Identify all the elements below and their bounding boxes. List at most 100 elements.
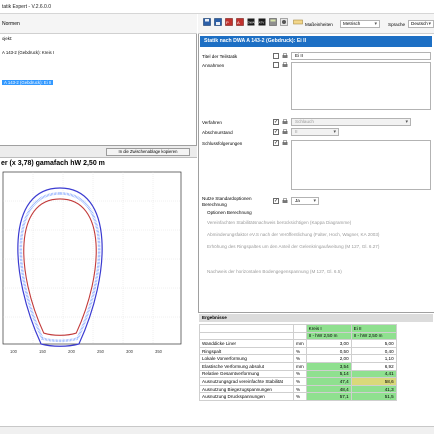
copy-to-clipboard-button[interactable]: In die Zwischenablage kopieren xyxy=(106,148,190,156)
result-ei-value: 4,41 xyxy=(350,369,397,379)
tree-item-project[interactable]: ojekt: xyxy=(2,36,12,41)
section-checkbox[interactable]: ✓ xyxy=(273,129,279,135)
result-unit: % xyxy=(293,384,307,394)
option-ring-gap: Erhöhung des Ringspaltes um den Anteil d… xyxy=(207,244,380,249)
result-kreis-value: 47,4 xyxy=(305,377,352,386)
result-kreis-value: 57,1 xyxy=(305,392,352,401)
option-horizontal-stress: Nachweis der horizontalen Bodengegenspan… xyxy=(207,269,342,274)
calc-options-label: Optionen Berechnung xyxy=(207,210,252,215)
svg-text:DWA: DWA xyxy=(248,21,255,25)
result-unit: % xyxy=(293,354,307,363)
standard-options-label-1: Nutze Standardoptionen xyxy=(202,196,252,201)
status-bar xyxy=(0,426,434,434)
print-icon[interactable] xyxy=(282,53,288,59)
result-kreis-value: 0,50 xyxy=(305,346,352,356)
print-icon[interactable] xyxy=(282,198,288,204)
menu-item-normen[interactable]: Normen xyxy=(2,21,20,27)
calculator-icon[interactable] xyxy=(269,18,277,26)
results-col-ei: Ei II xyxy=(350,324,397,333)
result-ei-value: 6,92 xyxy=(350,361,397,371)
result-ei-value: 51,5 xyxy=(350,392,397,401)
method-checkbox[interactable]: ✓ xyxy=(273,119,279,125)
results-header: Ergebnisse xyxy=(199,314,433,322)
results-col-label xyxy=(199,324,294,333)
method-select[interactable]: Schlauch xyxy=(291,118,411,126)
table-row: Wanddicke Liner mm 3,00 5,00 xyxy=(199,339,397,348)
x-tick-label: 350 xyxy=(155,349,163,354)
result-unit: % xyxy=(293,369,307,379)
settings-icon[interactable] xyxy=(280,18,288,26)
profile-chart: 100 150 200 250 300 350 xyxy=(2,171,182,354)
svg-text:ATV: ATV xyxy=(259,21,265,25)
results-subheader-row: II - hW 2,50 m II - hW 2,50 m xyxy=(199,331,397,341)
chart-toolbar: In die Zwischenablage kopieren xyxy=(0,146,197,158)
chart-area: 100 150 200 250 300 350 xyxy=(0,170,197,426)
svg-text:A: A xyxy=(237,20,240,25)
result-ei-value: 58,6 xyxy=(350,377,397,386)
tree-item-kreis[interactable]: A 143-2 (Gebdruck): Kreis I xyxy=(2,50,54,55)
results-table: Kreis I Ei II II - hW 2,50 m II - hW 2,5… xyxy=(199,324,397,401)
result-unit: % xyxy=(293,346,307,356)
result-ei-value: 5,00 xyxy=(350,339,397,348)
results-sub-kreis: II - hW 2,50 m xyxy=(305,331,352,341)
form-header: Statik nach DWA A 143-2 (Gebdruck): Ei I… xyxy=(200,36,432,47)
result-label: Ausnutzungsgrad vereinfachte Stabilität xyxy=(199,377,294,386)
title-input[interactable]: Ei II xyxy=(291,52,431,60)
section-label: Abschnurstand xyxy=(202,130,233,135)
standard-options-checkbox[interactable]: ✓ xyxy=(273,198,279,204)
result-unit: mm xyxy=(293,361,307,371)
conclusions-label: Schlussfolgerungen xyxy=(202,141,243,146)
title-checkbox[interactable] xyxy=(273,53,279,59)
dwa-icon[interactable]: DWA xyxy=(247,18,255,26)
table-row: Lokale Vorverformung% 2,00 1,10 xyxy=(199,354,397,363)
result-kreis-value: 5,14 xyxy=(305,369,352,379)
option-reduction-factor: Abminderungsfaktor eV.S nach der Veröffe… xyxy=(207,232,380,237)
print-icon[interactable] xyxy=(282,62,288,68)
result-kreis-value: 3,00 xyxy=(305,339,352,348)
x-tick-label: 250 xyxy=(97,349,105,354)
conclusions-checkbox[interactable]: ✓ xyxy=(273,140,279,146)
chart-title: er (x 3,78) gamafach hW 2,50 m xyxy=(1,160,105,167)
assumptions-textarea[interactable] xyxy=(291,62,431,110)
main-toolbar: P A DWA ATV Maßeinheiten Metrisch Sprach… xyxy=(198,14,434,34)
method-label: Verfahren xyxy=(202,120,222,125)
section-select[interactable]: II xyxy=(291,128,339,136)
result-kreis-value: 48,4 xyxy=(305,384,352,394)
table-row: Ausnutzung Biegezugspannungen% 48,4 41,3 xyxy=(199,384,397,394)
menu-bar: Normen xyxy=(0,14,197,34)
x-tick-label: 150 xyxy=(39,349,47,354)
result-label: Ringspalt xyxy=(199,346,294,356)
result-label: Ausnutzung Biegezugspannungen xyxy=(199,384,294,394)
result-label: Wanddicke Liner xyxy=(199,339,294,348)
results-header-row: Kreis I Ei II xyxy=(199,324,397,333)
table-row: Ringspalt% 0,50 0,40 xyxy=(199,346,397,356)
save-icon[interactable] xyxy=(203,18,211,26)
standard-options-select[interactable]: Ja xyxy=(291,197,319,205)
tree-item-ei[interactable]: A 143-2 (Gebdruck): Ei II xyxy=(2,80,54,85)
print-icon[interactable] xyxy=(282,129,288,135)
assumptions-checkbox[interactable] xyxy=(273,62,279,68)
conclusions-textarea[interactable] xyxy=(291,140,431,190)
atv-icon[interactable]: ATV xyxy=(258,18,266,26)
pdf-export-icon[interactable]: A xyxy=(236,18,244,26)
result-kreis-value: 3,54 xyxy=(305,361,352,371)
print-icon[interactable] xyxy=(282,140,288,146)
language-label: Sprache xyxy=(388,22,406,27)
x-tick-label: 200 xyxy=(68,349,76,354)
result-label: Relative Gesamtverformung xyxy=(199,369,294,379)
table-row: Elastische Verformung absolut mm 3,54 6,92 xyxy=(199,361,397,371)
standard-options-label-2: Berechnung xyxy=(202,202,227,207)
project-tree: ojekt: A 143-2 (Gebdruck): Kreis I A 143… xyxy=(0,34,197,146)
pdf-icon[interactable]: P xyxy=(225,18,233,26)
save-as-icon[interactable] xyxy=(214,18,222,26)
result-label: Elastische Verformung absolut xyxy=(199,361,294,371)
title-label: Titel der Teilstatik xyxy=(202,54,238,59)
result-unit: mm xyxy=(293,339,307,348)
result-ei-value: 41,3 xyxy=(350,384,397,394)
plot-frame xyxy=(2,171,182,345)
print-icon[interactable] xyxy=(282,119,288,125)
units-select[interactable]: Metrisch xyxy=(340,20,380,28)
x-tick-label: 300 xyxy=(126,349,134,354)
language-select[interactable]: Deutsch xyxy=(408,20,434,28)
units-icon xyxy=(293,19,303,25)
